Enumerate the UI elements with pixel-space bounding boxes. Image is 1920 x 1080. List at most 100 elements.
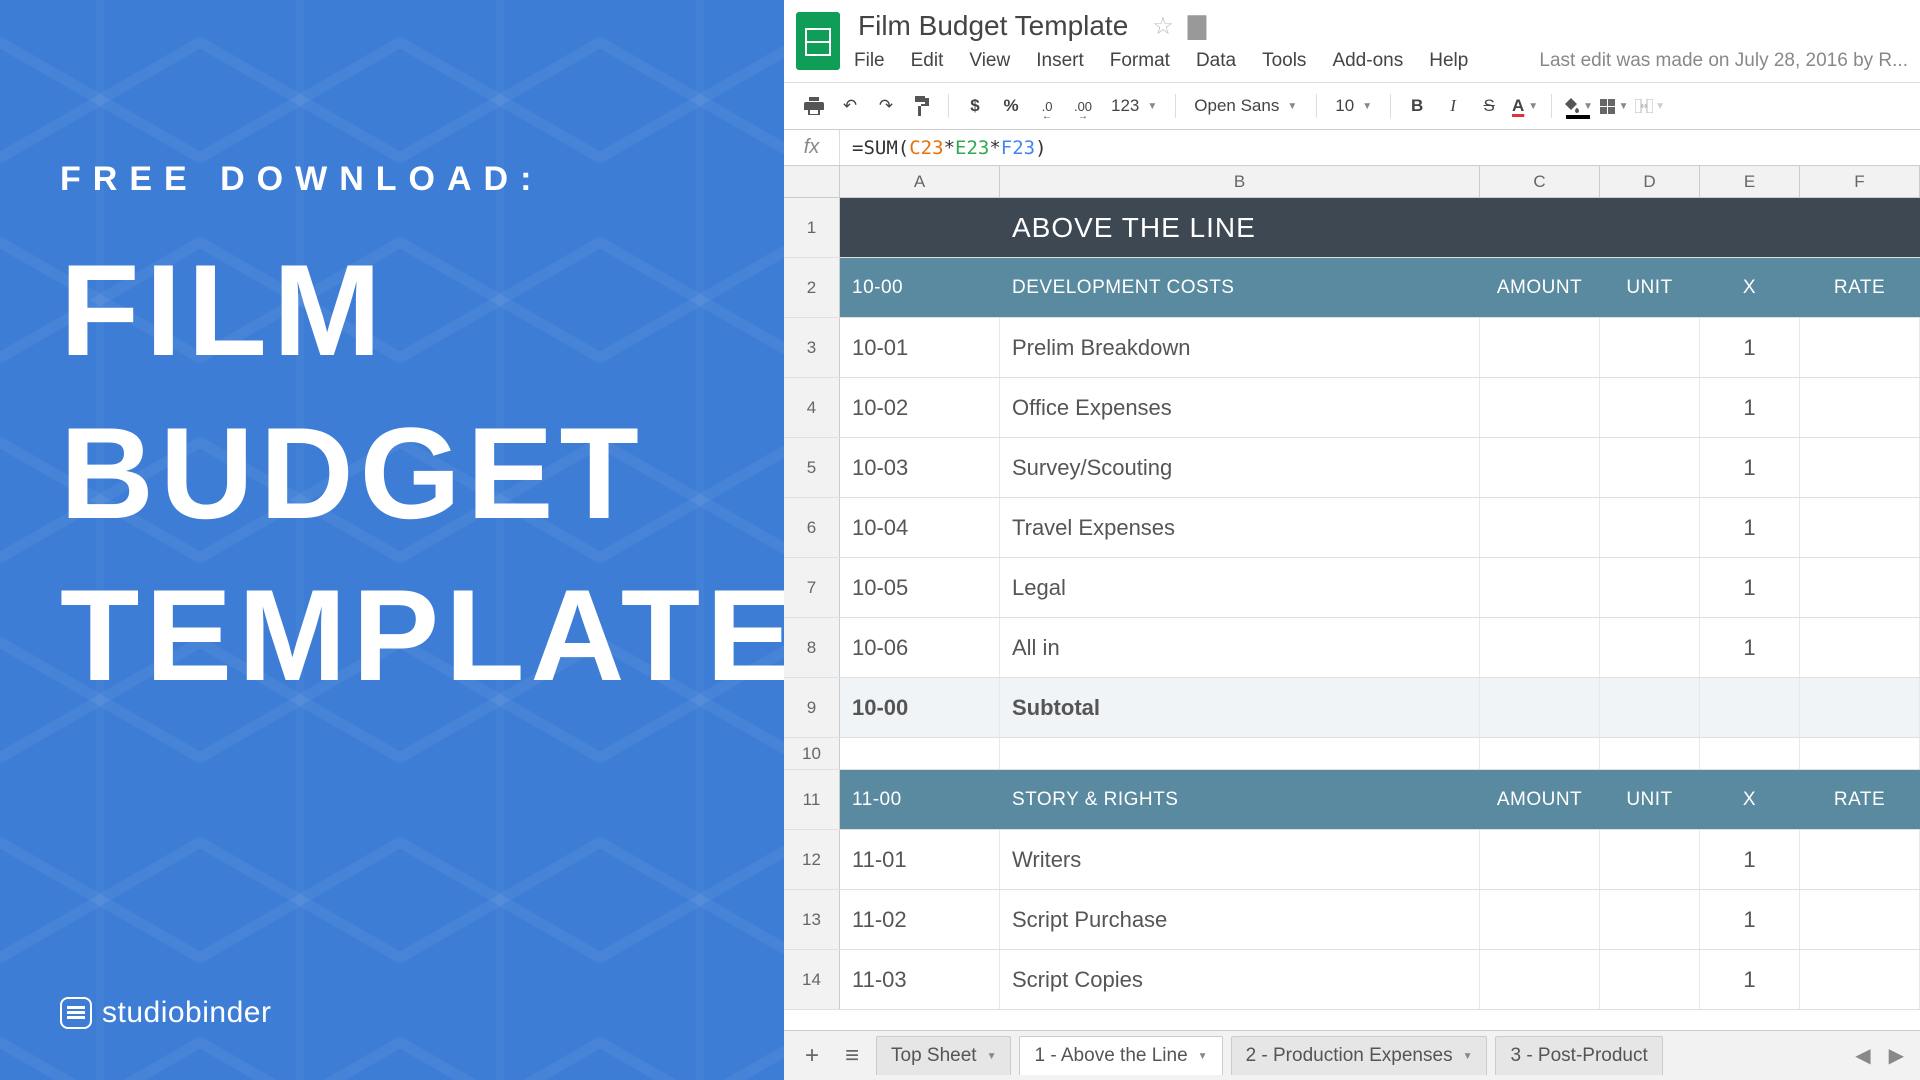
- cell[interactable]: AMOUNT: [1480, 258, 1600, 317]
- folder-icon[interactable]: ▇: [1188, 12, 1206, 41]
- sheet-tab-top-sheet[interactable]: Top Sheet▼: [876, 1036, 1011, 1075]
- cell[interactable]: Prelim Breakdown: [1000, 318, 1480, 377]
- cell[interactable]: 10-01: [840, 318, 1000, 377]
- cell[interactable]: [1480, 198, 1600, 257]
- borders-button[interactable]: ▼: [1598, 91, 1630, 121]
- cell[interactable]: [1480, 378, 1600, 437]
- cell[interactable]: [1800, 498, 1920, 557]
- cell[interactable]: [1800, 318, 1920, 377]
- decrease-decimal-button[interactable]: .0←: [1031, 91, 1063, 121]
- cell[interactable]: X: [1700, 258, 1800, 317]
- cell[interactable]: 1: [1700, 558, 1800, 617]
- menu-format[interactable]: Format: [1110, 50, 1170, 72]
- strikethrough-button[interactable]: S: [1473, 91, 1505, 121]
- cell[interactable]: 11-01: [840, 830, 1000, 889]
- cell[interactable]: 10-05: [840, 558, 1000, 617]
- cell[interactable]: DEVELOPMENT COSTS: [1000, 258, 1480, 317]
- cell[interactable]: 11-02: [840, 890, 1000, 949]
- cell[interactable]: 1: [1700, 618, 1800, 677]
- cell[interactable]: [1600, 678, 1700, 737]
- cell[interactable]: [1800, 830, 1920, 889]
- cell[interactable]: [1480, 950, 1600, 1009]
- column-header-a[interactable]: A: [840, 166, 1000, 197]
- cell[interactable]: [1600, 198, 1700, 257]
- menu-tools[interactable]: Tools: [1262, 50, 1306, 72]
- cell[interactable]: [1700, 678, 1800, 737]
- column-header-c[interactable]: C: [1480, 166, 1600, 197]
- cell[interactable]: Script Copies: [1000, 950, 1480, 1009]
- cell[interactable]: [1480, 438, 1600, 497]
- select-all-corner[interactable]: [784, 166, 840, 197]
- cell[interactable]: [1600, 318, 1700, 377]
- cell[interactable]: RATE: [1800, 770, 1920, 829]
- tabs-scroll-left-button[interactable]: ◀: [1851, 1039, 1874, 1072]
- cell[interactable]: [840, 198, 1000, 257]
- merge-cells-button[interactable]: ▼: [1634, 91, 1666, 121]
- cell[interactable]: X: [1700, 770, 1800, 829]
- cell[interactable]: 1: [1700, 378, 1800, 437]
- cell[interactable]: [1600, 618, 1700, 677]
- menu-insert[interactable]: Insert: [1036, 50, 1084, 72]
- row-header[interactable]: 6: [784, 498, 840, 557]
- cell[interactable]: [840, 738, 1000, 769]
- tabs-scroll-right-button[interactable]: ▶: [1885, 1039, 1908, 1072]
- cell[interactable]: [1800, 558, 1920, 617]
- paint-format-button[interactable]: [906, 91, 938, 121]
- cell[interactable]: 10-00: [840, 258, 1000, 317]
- cell[interactable]: [1600, 558, 1700, 617]
- menu-addons[interactable]: Add-ons: [1332, 50, 1403, 72]
- cell[interactable]: 10-04: [840, 498, 1000, 557]
- column-header-b[interactable]: B: [1000, 166, 1480, 197]
- cell[interactable]: [1600, 498, 1700, 557]
- cell[interactable]: UNIT: [1600, 770, 1700, 829]
- bold-button[interactable]: B: [1401, 91, 1433, 121]
- text-color-button[interactable]: A▼: [1509, 91, 1541, 121]
- row-header[interactable]: 3: [784, 318, 840, 377]
- cell[interactable]: 11-00: [840, 770, 1000, 829]
- cell[interactable]: [1800, 198, 1920, 257]
- row-header[interactable]: 4: [784, 378, 840, 437]
- fill-color-button[interactable]: ▼: [1562, 91, 1594, 121]
- cell[interactable]: STORY & RIGHTS: [1000, 770, 1480, 829]
- cell[interactable]: AMOUNT: [1480, 770, 1600, 829]
- menu-help[interactable]: Help: [1429, 50, 1468, 72]
- document-title[interactable]: Film Budget Template: [854, 8, 1132, 44]
- row-header[interactable]: 5: [784, 438, 840, 497]
- sheets-app-icon[interactable]: [796, 12, 840, 70]
- last-edit-label[interactable]: Last edit was made on July 28, 2016 by R…: [1539, 50, 1908, 72]
- cell[interactable]: [1480, 558, 1600, 617]
- row-header[interactable]: 7: [784, 558, 840, 617]
- cell[interactable]: [1600, 378, 1700, 437]
- cell[interactable]: [1600, 890, 1700, 949]
- cell[interactable]: [1480, 498, 1600, 557]
- row-header[interactable]: 8: [784, 618, 840, 677]
- cell[interactable]: [1480, 678, 1600, 737]
- cell[interactable]: [1480, 318, 1600, 377]
- formula-input[interactable]: =SUM(C23*E23*F23): [840, 137, 1920, 159]
- cell[interactable]: [1800, 438, 1920, 497]
- cell[interactable]: [1800, 378, 1920, 437]
- cell[interactable]: [1700, 198, 1800, 257]
- cell[interactable]: Legal: [1000, 558, 1480, 617]
- all-sheets-button[interactable]: ≡: [836, 1040, 868, 1072]
- cell[interactable]: All in: [1000, 618, 1480, 677]
- menu-file[interactable]: File: [854, 50, 885, 72]
- cell[interactable]: 1: [1700, 498, 1800, 557]
- menu-edit[interactable]: Edit: [911, 50, 944, 72]
- cell[interactable]: [1480, 830, 1600, 889]
- cell[interactable]: UNIT: [1600, 258, 1700, 317]
- row-header[interactable]: 10: [784, 738, 840, 769]
- cell[interactable]: Subtotal: [1000, 678, 1480, 737]
- cell[interactable]: 10-06: [840, 618, 1000, 677]
- cell[interactable]: [1000, 738, 1480, 769]
- cell[interactable]: [1700, 738, 1800, 769]
- cell[interactable]: Writers: [1000, 830, 1480, 889]
- menu-view[interactable]: View: [969, 50, 1010, 72]
- cell[interactable]: [1480, 738, 1600, 769]
- format-currency-button[interactable]: $: [959, 91, 991, 121]
- more-formats-button[interactable]: 123▼: [1103, 96, 1165, 116]
- cell[interactable]: 1: [1700, 318, 1800, 377]
- cell[interactable]: Survey/Scouting: [1000, 438, 1480, 497]
- cell[interactable]: [1480, 618, 1600, 677]
- cell[interactable]: 1: [1700, 830, 1800, 889]
